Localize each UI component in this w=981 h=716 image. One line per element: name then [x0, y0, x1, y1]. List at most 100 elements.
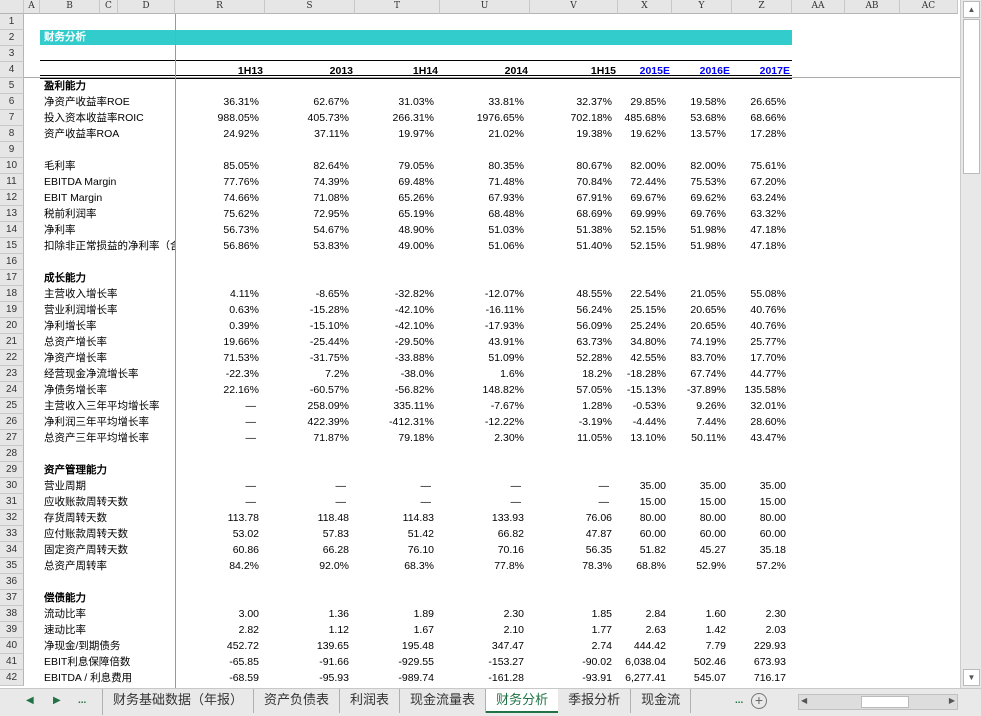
- metric-value-cell[interactable]: -29.50%: [355, 334, 434, 350]
- metric-value-cell[interactable]: 485.68%: [618, 110, 666, 126]
- metric-value-cell[interactable]: 0.39%: [175, 318, 259, 334]
- metric-value-cell[interactable]: 77.76%: [175, 174, 259, 190]
- metric-value-cell[interactable]: 80.35%: [440, 158, 524, 174]
- metric-value-cell[interactable]: 2.30%: [440, 430, 524, 446]
- metric-value-cell[interactable]: 82.00%: [672, 158, 726, 174]
- row-header[interactable]: 5: [0, 78, 24, 94]
- metric-value-cell[interactable]: 92.0%: [265, 558, 349, 574]
- metric-value-cell[interactable]: 34.80%: [618, 334, 666, 350]
- row-header[interactable]: 19: [0, 302, 24, 318]
- more-sheets-right-button[interactable]: ...: [735, 695, 743, 706]
- metric-value-cell[interactable]: -60.57%: [265, 382, 349, 398]
- row-header[interactable]: 32: [0, 510, 24, 526]
- select-all-corner[interactable]: [0, 0, 24, 14]
- metric-value-cell[interactable]: 422.39%: [265, 414, 349, 430]
- metric-value-cell[interactable]: 75.53%: [672, 174, 726, 190]
- metric-value-cell[interactable]: 63.32%: [732, 206, 786, 222]
- column-header-aa[interactable]: AA: [792, 0, 845, 14]
- metric-value-cell[interactable]: 139.65: [265, 638, 349, 654]
- metric-value-cell[interactable]: 76.06: [530, 510, 612, 526]
- metric-value-cell[interactable]: 24.92%: [175, 126, 259, 142]
- metric-value-cell[interactable]: -16.11%: [440, 302, 524, 318]
- metric-value-cell[interactable]: 51.03%: [440, 222, 524, 238]
- column-header-d[interactable]: D: [118, 0, 175, 14]
- metric-value-cell[interactable]: -929.55: [355, 654, 434, 670]
- horizontal-scrollbar[interactable]: ◀ ▶: [798, 694, 958, 710]
- row-header[interactable]: 23: [0, 366, 24, 382]
- metric-value-cell[interactable]: 19.66%: [175, 334, 259, 350]
- metric-value-cell[interactable]: 72.95%: [265, 206, 349, 222]
- metric-value-cell[interactable]: 2.30: [732, 606, 786, 622]
- row-header[interactable]: 14: [0, 222, 24, 238]
- metric-value-cell[interactable]: 60.00: [732, 526, 786, 542]
- metric-value-cell[interactable]: —: [440, 478, 524, 494]
- metric-value-cell[interactable]: -38.0%: [355, 366, 434, 382]
- metric-value-cell[interactable]: 69.99%: [618, 206, 666, 222]
- column-header-r[interactable]: R: [175, 0, 265, 14]
- row-header[interactable]: 10: [0, 158, 24, 174]
- metric-value-cell[interactable]: -153.27: [440, 654, 524, 670]
- metric-value-cell[interactable]: 6,277.41: [618, 670, 666, 686]
- metric-value-cell[interactable]: 2.82: [175, 622, 259, 638]
- metric-value-cell[interactable]: 71.48%: [440, 174, 524, 190]
- row-header[interactable]: 4: [0, 62, 24, 78]
- metric-value-cell[interactable]: 1.6%: [440, 366, 524, 382]
- metric-value-cell[interactable]: 53.83%: [265, 238, 349, 254]
- metric-value-cell[interactable]: 52.15%: [618, 222, 666, 238]
- column-header-z[interactable]: Z: [732, 0, 792, 14]
- metric-value-cell[interactable]: 35.00: [672, 478, 726, 494]
- metric-value-cell[interactable]: —: [530, 478, 612, 494]
- metric-value-cell[interactable]: 85.05%: [175, 158, 259, 174]
- metric-value-cell[interactable]: 502.46: [672, 654, 726, 670]
- metric-value-cell[interactable]: 7.79: [672, 638, 726, 654]
- metric-value-cell[interactable]: —: [530, 494, 612, 510]
- metric-value-cell[interactable]: 67.93%: [440, 190, 524, 206]
- metric-value-cell[interactable]: 70.84%: [530, 174, 612, 190]
- row-header[interactable]: 42: [0, 670, 24, 686]
- metric-value-cell[interactable]: 53.02: [175, 526, 259, 542]
- metric-value-cell[interactable]: -56.82%: [355, 382, 434, 398]
- metric-value-cell[interactable]: 31.03%: [355, 94, 434, 110]
- metric-value-cell[interactable]: 50.11%: [672, 430, 726, 446]
- metric-value-cell[interactable]: 702.18%: [530, 110, 612, 126]
- metric-value-cell[interactable]: 66.82: [440, 526, 524, 542]
- metric-value-cell[interactable]: 266.31%: [355, 110, 434, 126]
- column-header-c[interactable]: C: [100, 0, 118, 14]
- metric-value-cell[interactable]: —: [355, 478, 434, 494]
- metric-value-cell[interactable]: 51.82: [618, 542, 666, 558]
- row-header[interactable]: 20: [0, 318, 24, 334]
- row-header[interactable]: 17: [0, 270, 24, 286]
- metric-value-cell[interactable]: -161.28: [440, 670, 524, 686]
- metric-value-cell[interactable]: 1.28%: [530, 398, 612, 414]
- sheet-tab[interactable]: 现金流: [631, 689, 692, 713]
- row-header[interactable]: 15: [0, 238, 24, 254]
- metric-value-cell[interactable]: -15.10%: [265, 318, 349, 334]
- metric-value-cell[interactable]: 148.82%: [440, 382, 524, 398]
- metric-value-cell[interactable]: 77.8%: [440, 558, 524, 574]
- metric-value-cell[interactable]: 113.78: [175, 510, 259, 526]
- horizontal-scroll-thumb[interactable]: [861, 696, 909, 708]
- metric-value-cell[interactable]: —: [175, 414, 259, 430]
- metric-value-cell[interactable]: —: [440, 494, 524, 510]
- metric-value-cell[interactable]: 3.00: [175, 606, 259, 622]
- metric-value-cell[interactable]: 1.89: [355, 606, 434, 622]
- row-header[interactable]: 1: [0, 14, 24, 30]
- metric-value-cell[interactable]: 48.90%: [355, 222, 434, 238]
- metric-value-cell[interactable]: 19.38%: [530, 126, 612, 142]
- row-header[interactable]: 22: [0, 350, 24, 366]
- row-header[interactable]: 28: [0, 446, 24, 462]
- metric-value-cell[interactable]: -37.89%: [672, 382, 726, 398]
- row-header[interactable]: 26: [0, 414, 24, 430]
- metric-value-cell[interactable]: 68.48%: [440, 206, 524, 222]
- row-header[interactable]: 3: [0, 46, 24, 62]
- metric-value-cell[interactable]: 49.00%: [355, 238, 434, 254]
- metric-value-cell[interactable]: -15.13%: [618, 382, 666, 398]
- column-header-y[interactable]: Y: [672, 0, 732, 14]
- metric-value-cell[interactable]: 51.40%: [530, 238, 612, 254]
- metric-value-cell[interactable]: 25.24%: [618, 318, 666, 334]
- column-header-v[interactable]: V: [530, 0, 618, 14]
- metric-value-cell[interactable]: 55.08%: [732, 286, 786, 302]
- metric-value-cell[interactable]: 69.76%: [672, 206, 726, 222]
- metric-value-cell[interactable]: —: [175, 494, 259, 510]
- metric-value-cell[interactable]: 48.55%: [530, 286, 612, 302]
